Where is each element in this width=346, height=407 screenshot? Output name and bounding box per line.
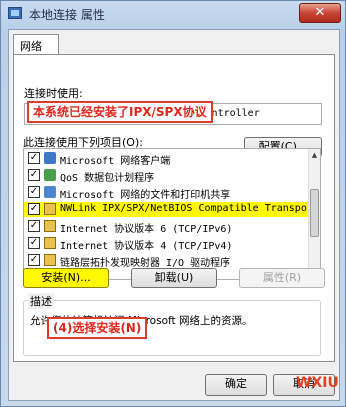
- description-label: 描述: [28, 293, 54, 309]
- scroll-up-icon[interactable]: ▲: [309, 149, 320, 161]
- list-item[interactable]: ✓ Microsoft 网络客户端: [24, 151, 310, 167]
- annotation-choose-install: (4)选择安装(N): [47, 317, 148, 339]
- scroll-thumb[interactable]: [310, 189, 319, 237]
- install-button[interactable]: 安装(N)...: [23, 268, 109, 288]
- properties-button[interactable]: 属性(R): [239, 268, 325, 288]
- checkbox[interactable]: ✓: [28, 220, 40, 232]
- share-icon: [44, 186, 56, 198]
- items-list[interactable]: ✓ Microsoft 网络客户端 ✓ QoS 数据包计划程序 ✓ Micros…: [23, 148, 321, 280]
- list-item-selected[interactable]: ✓ NWLink IPX/SPX/NetBIOS Compatible Tran…: [24, 202, 319, 217]
- connect-using-label: 连接时使用:: [24, 87, 83, 100]
- protocol-icon: [44, 254, 56, 266]
- dialog-body: 网络 连接时使用: NVIDIA nForce Networking Contr…: [8, 29, 340, 401]
- client-icon: [44, 152, 56, 164]
- protocol-icon: [44, 220, 56, 232]
- tab-network[interactable]: 网络: [13, 34, 59, 55]
- properties-window: 本地连接 属性 ✕ 网络 连接时使用: NVIDIA nForce Networ…: [0, 0, 346, 407]
- checkbox[interactable]: ✓: [28, 203, 40, 215]
- list-item[interactable]: ✓ 链路层拓扑发现映射器 I/O 驱动程序: [24, 253, 310, 269]
- protocol-icon: [44, 237, 56, 249]
- checkbox[interactable]: ✓: [28, 169, 40, 181]
- list-scrollbar[interactable]: ▲ ▼: [308, 149, 320, 279]
- qos-icon: [44, 169, 56, 181]
- window-title: 本地连接 属性: [29, 8, 105, 22]
- watermark: WXIU: [296, 375, 339, 391]
- close-button[interactable]: ✕: [299, 3, 341, 23]
- network-connection-icon: [8, 7, 22, 19]
- list-item-label: Internet 协议版本 6 (TCP/IPv6): [60, 224, 233, 235]
- list-item[interactable]: ✓ Microsoft 网络的文件和打印机共享: [24, 185, 310, 201]
- ok-button[interactable]: 确定: [205, 374, 267, 396]
- checkbox[interactable]: ✓: [28, 152, 40, 164]
- annotation-ipx-installed: 本系统已经安装了IPX/SPX协议: [27, 101, 213, 123]
- list-item-label: 链路层拓扑发现映射器 I/O 驱动程序: [60, 258, 231, 269]
- list-item-label: Microsoft 网络客户端: [60, 156, 171, 167]
- list-item[interactable]: ✓ Internet 协议版本 6 (TCP/IPv6): [24, 219, 310, 235]
- title-bar[interactable]: 本地连接 属性 ✕: [1, 1, 345, 27]
- list-item[interactable]: ✓ QoS 数据包计划程序: [24, 168, 310, 184]
- checkbox[interactable]: ✓: [28, 254, 40, 266]
- checkbox[interactable]: ✓: [28, 237, 40, 249]
- list-item[interactable]: ✓ Internet 协议版本 4 (TCP/IPv4): [24, 236, 310, 252]
- checkbox[interactable]: ✓: [28, 186, 40, 198]
- uninstall-button[interactable]: 卸载(U): [131, 268, 217, 288]
- list-item-label: QoS 数据包计划程序: [60, 173, 155, 184]
- list-item-label: Internet 协议版本 4 (TCP/IPv4): [60, 241, 233, 252]
- list-item-label: Microsoft 网络的文件和打印机共享: [60, 190, 231, 201]
- protocol-icon: [44, 203, 56, 215]
- list-item-label: NWLink IPX/SPX/NetBIOS Compatible Transp…: [60, 203, 319, 214]
